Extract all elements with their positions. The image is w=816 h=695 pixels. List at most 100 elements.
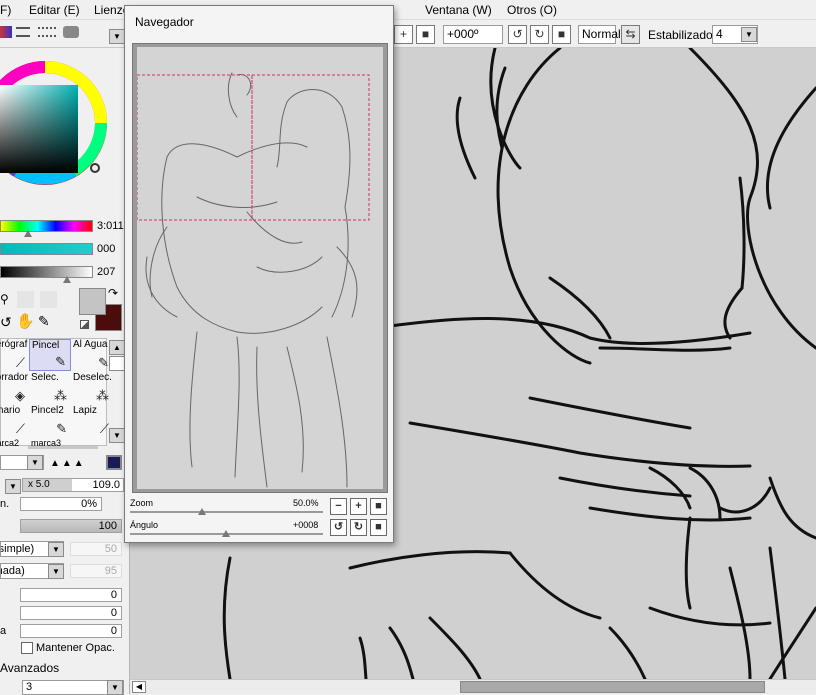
camera-icon[interactable] [63,26,79,38]
size-value: 109.0 [92,479,120,491]
advanced-label: Avanzados [0,661,60,675]
saturation-slider[interactable] [0,243,93,255]
horizontal-scroll-thumb[interactable] [460,681,765,693]
hue-value: 3:011 [97,220,124,232]
eraser-tool[interactable]: Borrador◈ [0,372,29,404]
param-field-3[interactable]: 0 [20,624,122,638]
brush-shape-dropdown-icon[interactable]: ▼ [48,542,64,557]
zoom-slider-thumb[interactable] [198,508,206,515]
navigator-viewport-rect [136,74,253,221]
hand-tool-icon[interactable]: ✋ [16,312,35,330]
color-wheel[interactable] [0,48,130,218]
zoom-out-button[interactable]: − [330,498,347,515]
param-field-2[interactable]: 0 [20,606,122,620]
eraser-icon: ◈ [15,388,25,403]
brush-tool[interactable]: Pincel ✎ [29,339,71,371]
menu-others[interactable]: Otros (O) [507,3,557,17]
tool-scroll-down-icon[interactable]: ▼ [109,428,125,443]
navigator-window: Navegador Zoom 50.0% − + ■ Ángulo +0008 … [124,5,394,543]
watercolor-icon: ✎ [98,355,109,370]
rotate-tool-icon[interactable]: ↺ [0,314,12,331]
airbrush-icon: ⟋ [15,355,25,370]
zoom-reset-button[interactable]: ■ [370,498,387,515]
texture-dropdown-icon[interactable]: ▼ [48,564,64,579]
zoom-in-button[interactable]: + [394,25,413,44]
select-tool[interactable]: Selec. ⁂ [29,372,71,404]
keep-opacity-checkbox[interactable] [21,642,33,654]
value-value: 207 [97,266,116,278]
zoom-value: 50.0% [293,498,319,508]
menu-edit[interactable]: Editar (E) [29,3,80,17]
size-field[interactable]: x 5.0 109.0 [22,478,124,492]
deselect-tool[interactable]: Deselec. ⁂ [71,372,113,404]
toolbar: + ■ +000º ↺ ↻ ■ Normal ⇆ Estabilizador 4… [0,20,816,48]
eyedropper-icon[interactable]: ✎ [38,313,50,330]
density-field[interactable]: 100 [20,519,122,533]
rotate-right-button[interactable]: ↻ [350,519,367,536]
rotate-right-button[interactable]: ↻ [530,25,549,44]
zoom-tool-icon[interactable]: ⚲ [0,292,14,306]
hue-slider[interactable] [0,220,93,232]
tool-scroll-thumb[interactable] [109,356,125,371]
advanced-dropdown-icon[interactable]: ▼ [107,680,123,695]
menu-window[interactable]: Ventana (W) [425,3,492,17]
rotate-reset-button[interactable]: ■ [370,519,387,536]
tool-grid: Aerógraf⟋ Pincel✎ Al Agua✎ Borrador◈ Sel… [0,338,112,448]
size-multiplier[interactable]: x 5.0 [23,479,72,491]
color-mode-icon[interactable] [0,26,12,38]
navigator-thumbnail[interactable] [136,47,383,489]
tool-scroll-up-icon[interactable]: ▲ [109,340,125,355]
pencil-tool[interactable]: Lapiz ⟋ [71,405,113,437]
airbrush-tool[interactable]: Aerógraf⟋ [0,339,29,371]
brush2-tool[interactable]: Pincel2 ✎ [29,405,71,437]
panel-splitter[interactable] [28,446,98,449]
select-icon: ⁂ [54,388,67,403]
saturation-value: 000 [97,243,116,255]
menu-file[interactable]: F) [0,3,11,17]
value-thumb[interactable] [63,276,71,283]
stabilizer-dropdown-icon[interactable]: ▼ [741,27,757,42]
binary-icon: ⟋ [15,421,25,436]
min-size-field[interactable]: 0% [20,497,102,511]
zoom-in-button[interactable]: + [350,498,367,515]
primary-color-swatch[interactable] [79,288,106,315]
texture-strength[interactable]: 95 [70,564,122,578]
size-dropdown-icon[interactable]: ▼ [5,479,21,494]
navigator-title: Navegador [135,15,194,29]
param-label-3: a [0,625,7,637]
brush-shape-dropdown-icon[interactable]: ▼ [27,455,43,470]
brush-shape-strength[interactable]: 50 [70,542,122,556]
zoom-slider[interactable] [130,511,323,513]
param-field-1[interactable]: 0 [20,588,122,602]
blend-mode-field[interactable]: Normal [578,25,621,44]
stabilizer-label: Estabilizador [648,28,717,42]
navigator-preview[interactable] [132,43,388,493]
zoom-label: Zoom [130,498,154,508]
panel-dropdown-icon[interactable]: ▼ [109,29,125,44]
brush-edge-square-icon[interactable] [106,455,122,470]
swap-colors-icon[interactable]: ↷ [108,286,118,300]
hue-thumb[interactable] [24,230,32,237]
brush-edge-icons[interactable]: ▲▲▲ [50,458,86,469]
pencil-icon: ⟋ [99,421,109,436]
binary-tool[interactable]: Binario⟋ [0,405,29,437]
deselect-icon: ⁂ [96,388,109,403]
empty-slot-icon [40,291,57,308]
scroll-left-icon[interactable]: ◀ [132,681,146,693]
angle-value: +0008 [293,520,319,530]
angle-slider-thumb[interactable] [222,530,230,537]
rotate-left-button[interactable]: ↺ [508,25,527,44]
horizontal-scrollbar[interactable]: ◀ [130,679,816,694]
list-view-icon[interactable] [16,27,30,37]
flip-button[interactable]: ⇆ [621,25,640,44]
angle-field[interactable]: +000º [443,25,503,44]
grid-view-icon[interactable] [38,27,56,37]
reset-button[interactable]: ■ [416,25,435,44]
rotate-left-button[interactable]: ↺ [330,519,347,536]
value-slider[interactable] [0,266,93,278]
rotate-reset-button[interactable]: ■ [552,25,571,44]
marker2-tool[interactable]: marca2 [0,438,29,448]
reset-colors-icon[interactable] [80,320,89,329]
brush2-icon: ✎ [56,421,67,436]
watercolor-tool[interactable]: Al Agua ✎ [71,339,113,371]
